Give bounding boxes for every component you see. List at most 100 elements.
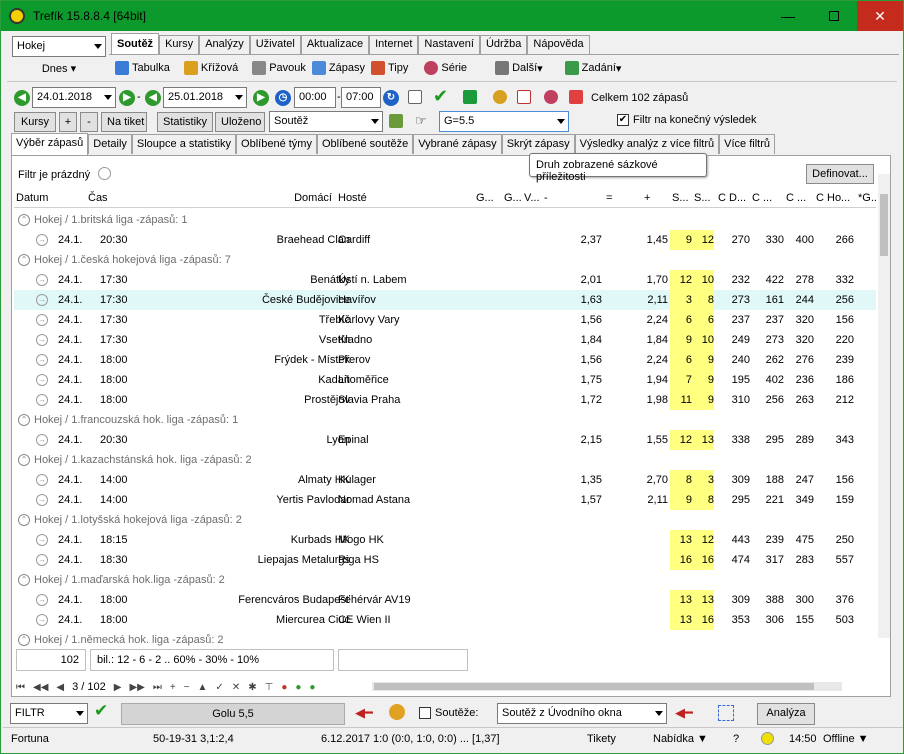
col-header-6[interactable]: V...	[524, 192, 540, 204]
col-header-8[interactable]: =	[606, 192, 612, 204]
sub-tab-3[interactable]: Oblíbené týmy	[236, 134, 317, 154]
match-row[interactable]: → 24.1. 18:15 Kurbads HK Mogo HK 13 12 443 239 47…	[14, 530, 876, 550]
main-tab-6[interactable]: Nastavení	[418, 35, 480, 54]
sub-tab-5[interactable]: Vybrané zápasy	[413, 134, 502, 154]
collapse-icon[interactable]: ⌃	[18, 214, 30, 226]
post-icon[interactable]: ✓	[215, 682, 223, 693]
col-header-12[interactable]: C D...	[718, 192, 746, 204]
collapse-icon[interactable]: ⌃	[18, 574, 30, 586]
next-date-to-icon[interactable]: ▶	[253, 90, 269, 106]
group-row[interactable]: ⌃ Hokej / 1.německá hok. liga -zápasů: 2	[14, 630, 876, 650]
col-header-13[interactable]: C ...	[752, 192, 772, 204]
collapse-icon[interactable]: ⌃	[18, 634, 30, 646]
row-arrow-icon[interactable]: →	[36, 334, 48, 346]
sub-tab-8[interactable]: Více filtrů	[719, 134, 776, 154]
statistiky-button[interactable]: Statistiky	[157, 112, 213, 132]
col-header-0[interactable]: Datum	[16, 192, 48, 204]
check-icon[interactable]: ✔	[433, 86, 448, 107]
main-tab-4[interactable]: Aktualizace	[300, 35, 370, 54]
chart-icon[interactable]	[569, 90, 583, 104]
note-icon[interactable]	[408, 90, 422, 104]
main-tab-7[interactable]: Údržba	[479, 35, 528, 54]
match-row[interactable]: → 24.1. 18:30 Liepajas Metalurgs Riga HS 16 16…	[14, 550, 876, 570]
soutez-select[interactable]: Soutěž z Úvodního okna	[497, 703, 667, 724]
grid-select-icon[interactable]	[718, 705, 734, 721]
sub-tab-4[interactable]: Oblíbené soutěže	[316, 134, 414, 154]
serie-button[interactable]: Série	[424, 61, 467, 75]
col-header-9[interactable]: +	[644, 192, 650, 204]
status-tikety[interactable]: Tikety	[587, 733, 616, 745]
row-arrow-icon[interactable]: →	[36, 434, 48, 446]
time-from-input[interactable]: 00:00	[294, 87, 336, 108]
sort-select[interactable]: Soutěž	[269, 111, 383, 132]
match-row[interactable]: → 24.1. 18:00 Ferencváros Budapešť Fehérvár …	[14, 590, 876, 610]
group-row[interactable]: ⌃ Hokej / 1.kazachstánská hok. liga -zápa…	[14, 450, 876, 470]
next-date-from-icon[interactable]: ▶	[119, 90, 135, 106]
asterisk-icon[interactable]: ✱	[248, 682, 256, 693]
day-select[interactable]: Dnes ▾	[12, 59, 106, 79]
filter-small-icon[interactable]: ⊤	[265, 682, 274, 693]
row-arrow-icon[interactable]: →	[36, 534, 48, 546]
final-filter-checkbox[interactable]: ✔	[617, 114, 629, 126]
col-header-14[interactable]: C ...	[786, 192, 806, 204]
match-row[interactable]: → 24.1. 17:30 Vsetín Kladno 1,84 1,84 9 10 249 273…	[14, 330, 876, 350]
collapse-icon[interactable]: ⌃	[18, 514, 30, 526]
match-row[interactable]: → 24.1. 17:30 Benátky Ústí n. Labem 2,01 1,70 1…	[14, 270, 876, 290]
main-tab-0[interactable]: Soutěž	[111, 33, 160, 54]
ulozeno-button[interactable]: Uloženo	[215, 112, 265, 132]
col-header-11[interactable]: S...	[694, 192, 711, 204]
group-row[interactable]: ⌃ Hokej / 1.maďarská hok.liga -zápasů: 2	[14, 570, 876, 590]
match-row[interactable]: → 24.1. 17:30 České Budějovice Havířov 1,63 2,…	[14, 290, 876, 310]
euro-icon[interactable]	[463, 90, 477, 104]
apply-check-icon[interactable]: ✔	[94, 701, 108, 721]
col-header-15[interactable]: C Ho...	[816, 192, 850, 204]
row-arrow-icon[interactable]: →	[36, 554, 48, 566]
row-arrow-icon[interactable]: →	[36, 474, 48, 486]
dalsi-button[interactable]: Další ▾	[495, 61, 543, 75]
clock-icon[interactable]: ◷	[275, 90, 291, 106]
row-arrow-icon[interactable]: →	[36, 294, 48, 306]
col-header-7[interactable]: -	[544, 192, 548, 204]
group-row[interactable]: ⌃ Hokej / 1.česká hokejová liga -zápasů: …	[14, 250, 876, 270]
match-row[interactable]: → 24.1. 18:00 Kadaň Litoměřice 1,75 1,94 7 9 195 4…	[14, 370, 876, 390]
sub-tab-2[interactable]: Sloupce a statistiky	[131, 134, 237, 154]
col-header-16[interactable]: *G...	[858, 192, 880, 204]
col-header-10[interactable]: S...	[672, 192, 689, 204]
prev-icon[interactable]: ◀	[56, 682, 64, 693]
krizova-button[interactable]: Křížová	[183, 61, 238, 75]
sub-tab-1[interactable]: Detaily	[88, 134, 132, 154]
tabulka-button[interactable]: Tabulka	[115, 61, 170, 75]
vertical-scrollbar[interactable]	[878, 174, 890, 638]
main-tab-8[interactable]: Nápověda	[527, 35, 590, 54]
zoom-icon[interactable]	[544, 90, 558, 104]
time-to-input[interactable]: 07:00	[341, 87, 381, 108]
scroll-thumb[interactable]	[880, 194, 888, 256]
col-header-3[interactable]: Hosté	[338, 192, 367, 204]
user-icon[interactable]	[389, 704, 405, 720]
filter-icon[interactable]	[98, 167, 111, 180]
match-row[interactable]: → 24.1. 20:30 Braehead Clan Cardiff 2,37 1,45 9…	[14, 230, 876, 250]
hand-icon[interactable]	[493, 90, 507, 104]
pavouk-button[interactable]: Pavouk	[252, 61, 306, 75]
zapasy-button[interactable]: Zápasy	[311, 61, 365, 75]
status-nabidka[interactable]: Nabídka ▼	[653, 733, 708, 745]
group-row[interactable]: ⌃ Hokej / 1.lotyšská hokejová liga -zápas…	[14, 510, 876, 530]
zadani-button[interactable]: Zadání ▾	[564, 61, 621, 75]
row-arrow-icon[interactable]: →	[36, 234, 48, 246]
cancel-icon[interactable]: ✕	[232, 682, 240, 693]
first-icon[interactable]: ⏮	[16, 682, 25, 693]
prev-page-icon[interactable]: ◀◀	[33, 682, 48, 693]
close-button[interactable]: ✕	[857, 1, 903, 31]
hscroll-thumb[interactable]	[374, 683, 814, 690]
next-page-icon[interactable]: ▶▶	[129, 682, 144, 693]
row-arrow-icon[interactable]: →	[36, 614, 48, 626]
minus-button[interactable]: -	[80, 112, 98, 132]
define-button[interactable]: Definovat...	[806, 164, 874, 184]
match-row[interactable]: → 24.1. 18:00 Frýdek - Místek Přerov 1,56 2,24…	[14, 350, 876, 370]
main-tab-5[interactable]: Internet	[369, 35, 419, 54]
soutez-checkbox[interactable]	[419, 707, 431, 719]
prev-date-to-icon[interactable]: ◀	[145, 90, 161, 106]
maximize-button[interactable]	[811, 1, 857, 31]
main-tab-1[interactable]: Kursy	[159, 35, 200, 54]
match-row[interactable]: → 24.1. 14:00 Almaty HK Kulager 1,35 2,70 8 3 309…	[14, 470, 876, 490]
